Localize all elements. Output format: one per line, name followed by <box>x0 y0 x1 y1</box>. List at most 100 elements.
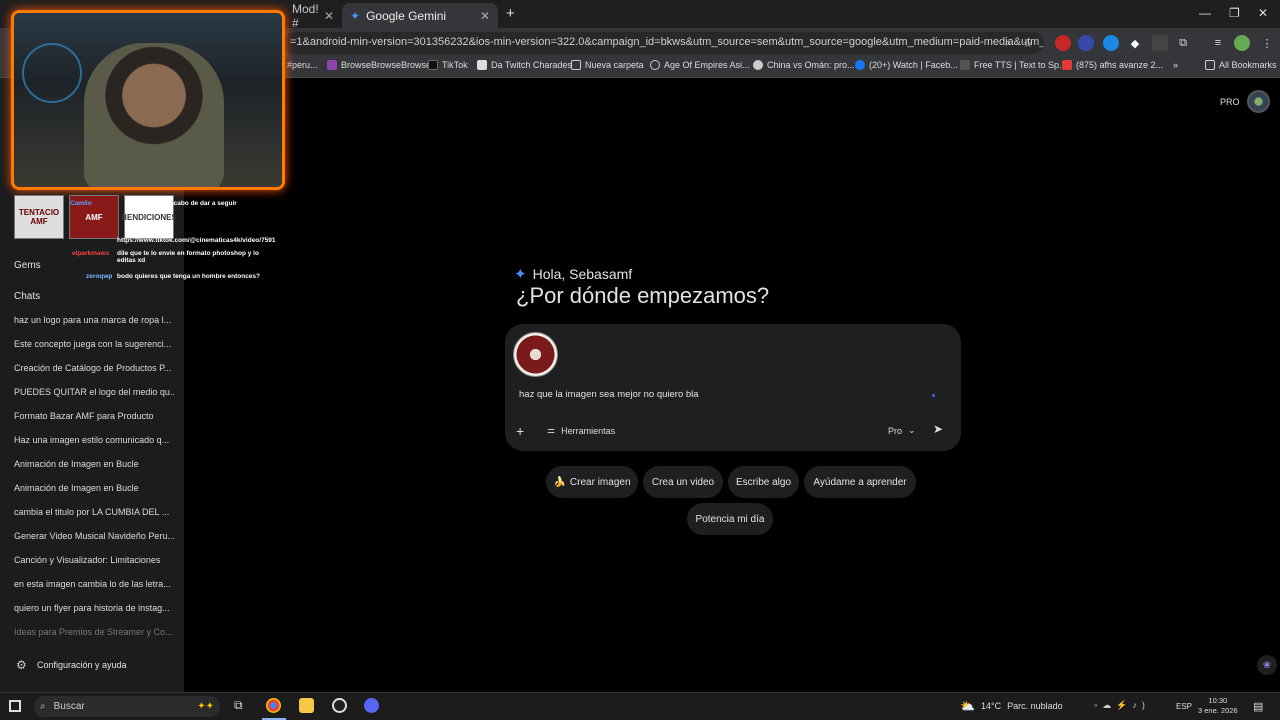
bookmark-item[interactable]: Nueva carpeta <box>571 60 644 70</box>
banana-icon: 🍌 <box>553 476 566 488</box>
tab-mod[interactable]: Mod! # ✕ <box>284 1 342 30</box>
bookmark-icon <box>327 60 337 70</box>
taskbar-search[interactable]: ⌕ Buscar ✦✦ <box>34 696 220 717</box>
search-icon[interactable]: ⌕ <box>1000 35 1016 51</box>
chat-item[interactable]: Haz una imagen estilo comunicado q... <box>14 435 174 445</box>
tab-search-icon[interactable]: ≡ <box>1210 35 1226 51</box>
send-button[interactable]: ➤ <box>933 422 943 436</box>
chat-item[interactable]: Animación de Imagen en Bucle <box>14 459 174 469</box>
settings-label[interactable]: Configuración y ayuda <box>37 660 127 670</box>
close-icon[interactable]: ✕ <box>480 9 490 23</box>
chat-item[interactable]: en esta imagen cambia lo de las letra... <box>14 579 174 589</box>
star-icon[interactable]: ☆ <box>1020 35 1036 51</box>
weather-widget[interactable]: ⛅ 14°C Parc. nublado <box>960 699 1063 713</box>
search-icon: ⌕ <box>40 701 46 712</box>
bookmark-item[interactable]: (875) afhs avanze 2... <box>1062 60 1163 70</box>
partly-cloudy-icon: ⛅ <box>960 699 975 713</box>
new-tab-button[interactable]: + <box>506 5 515 22</box>
clock-time: 10:30 <box>1208 696 1228 705</box>
settings-icon[interactable]: ⚙ <box>16 658 27 672</box>
bookmark-item[interactable]: Free TTS | Text to Sp... <box>960 60 1067 70</box>
chat-item[interactable]: cambia el titulo por LA CUMBIA DEL ... <box>14 507 174 517</box>
bookmark-icon <box>477 60 487 70</box>
avatar[interactable] <box>1247 90 1270 113</box>
file-explorer-icon[interactable] <box>299 698 314 713</box>
chip-escribe-algo[interactable]: Escribe algo <box>728 466 799 498</box>
clock[interactable]: 10:30 3 ene. 2026 <box>1198 696 1238 716</box>
language-indicator[interactable]: ESP <box>1176 702 1192 711</box>
bookmark-item[interactable]: Da Twitch Charades <box>477 60 572 70</box>
notification-icon[interactable]: ▤ <box>1253 700 1263 713</box>
chip-crea-un-video[interactable]: Crea un video <box>643 466 723 498</box>
chat-message: https://www.tiktok.com/@cinematicas4k/vi… <box>117 237 276 244</box>
system-tray-icons[interactable]: ▫☁⚡♪) <box>1094 700 1150 711</box>
address-bar[interactable]: =1&android-min-version=301356232&ios-min… <box>284 32 1044 54</box>
chat-message: bodo quieres que tenga un hombre entonce… <box>117 273 261 280</box>
youtube-icon <box>1062 60 1072 70</box>
add-file-button[interactable]: + <box>516 423 524 439</box>
chat-item[interactable]: haz un logo para una marca de ropa l... <box>14 315 174 325</box>
chat-item[interactable]: Formato Bazar AMF para Producto <box>14 411 174 421</box>
restore-icon[interactable]: ❐ <box>1229 6 1240 20</box>
chat-username: Camilo <box>70 200 92 207</box>
bookmark-item[interactable]: TikTok <box>428 60 468 70</box>
chip-potencia-mi-dia[interactable]: Potencia mi día <box>687 503 773 535</box>
attached-image-thumbnail[interactable] <box>513 332 558 377</box>
chat-item[interactable]: PUEDES QUITAR el logo del medio qu... <box>14 387 174 397</box>
menu-icon[interactable]: ⋮ <box>1259 35 1275 51</box>
prompt-input[interactable]: haz que la imagen sea mejor no quiero bl… <box>519 389 699 400</box>
extension-icon[interactable] <box>1152 35 1168 51</box>
bookmark-item[interactable]: BrowseBrowseBrowse <box>327 60 431 70</box>
bookmark-item[interactable]: Age Of Empires Asi... <box>650 60 750 70</box>
extension-icon[interactable] <box>1055 35 1071 51</box>
all-bookmarks[interactable]: All Bookmarks <box>1205 60 1277 70</box>
diamond-icon[interactable]: ◆ <box>1127 35 1143 51</box>
profile-icon[interactable] <box>1234 35 1250 51</box>
floating-extension-icon[interactable]: ❀ <box>1257 655 1277 675</box>
chip-ayudame-a-aprender[interactable]: Ayúdame a aprender <box>804 466 916 498</box>
tune-icon: ⚌ <box>547 425 556 435</box>
obs-icon[interactable] <box>332 698 347 713</box>
model-selector[interactable]: Pro ⌄ <box>888 425 916 436</box>
tab-title: Mod! # <box>292 1 319 30</box>
minimize-icon[interactable]: — <box>1199 6 1211 20</box>
chat-item[interactable]: Animación de Imagen en Bucle <box>14 483 174 493</box>
gems-label[interactable]: Gems <box>14 260 41 271</box>
stream-thumbnail: TENTACIO AMF <box>14 195 64 239</box>
extension-icon[interactable] <box>1103 35 1119 51</box>
chat-item[interactable]: Generar Video Musical Navideño Peru... <box>14 531 174 541</box>
discord-icon[interactable] <box>364 698 379 713</box>
page-title: ¿Por dónde empezamos? <box>516 283 770 308</box>
chat-item[interactable]: Canción y Visualizador: Limitaciones <box>14 555 174 565</box>
bookmark-item[interactable]: China vs Omán: pro... <box>753 60 855 70</box>
mic-indicator-icon <box>932 394 935 397</box>
bookmark-icon <box>960 60 970 70</box>
tab-google-gemini[interactable]: ✦ Google Gemini ✕ <box>342 3 498 28</box>
chat-item[interactable]: quiero un flyer para historia de instag.… <box>14 603 174 613</box>
chat-message: ...justo le acabo de dar a seguir <box>140 200 237 207</box>
chip-label: Potencia mi día <box>695 513 765 525</box>
chrome-icon[interactable] <box>266 698 281 713</box>
puzzle-icon[interactable]: ⧉ <box>1175 35 1191 51</box>
extension-icon[interactable] <box>1078 35 1094 51</box>
chip-label: Escribe algo <box>735 476 792 488</box>
chat-item[interactable]: Ideas para Premios de Streamer y Co... <box>14 627 174 637</box>
chat-item[interactable]: Este concepto juega con la sugerenci... <box>14 339 174 349</box>
chat-item[interactable]: Creación de Catálogo de Productos P... <box>14 363 174 373</box>
bookmark-item[interactable]: (20+) Watch | Faceb... <box>855 60 958 70</box>
bookmark-item[interactable]: #peru... <box>287 60 318 70</box>
windows-icon[interactable] <box>9 700 21 712</box>
close-icon[interactable]: ✕ <box>324 9 334 23</box>
globe-icon <box>650 60 660 70</box>
gemini-icon: ✦ <box>350 8 361 23</box>
ring-light <box>22 43 82 103</box>
weather-temp: 14°C <box>980 701 1002 711</box>
close-window-icon[interactable]: ✕ <box>1258 6 1268 20</box>
chip-crear-imagen[interactable]: 🍌 Crear imagen <box>546 466 638 498</box>
tools-button[interactable]: ⚌ Herramientas <box>547 425 615 436</box>
gemini-spark-icon: ✦ <box>514 266 527 283</box>
task-view-icon[interactable]: ⧉ <box>234 698 243 713</box>
tab-title: Google Gemini <box>366 8 447 23</box>
send-icon: ➤ <box>933 422 944 436</box>
more-bookmarks-button[interactable]: » <box>1173 60 1178 70</box>
